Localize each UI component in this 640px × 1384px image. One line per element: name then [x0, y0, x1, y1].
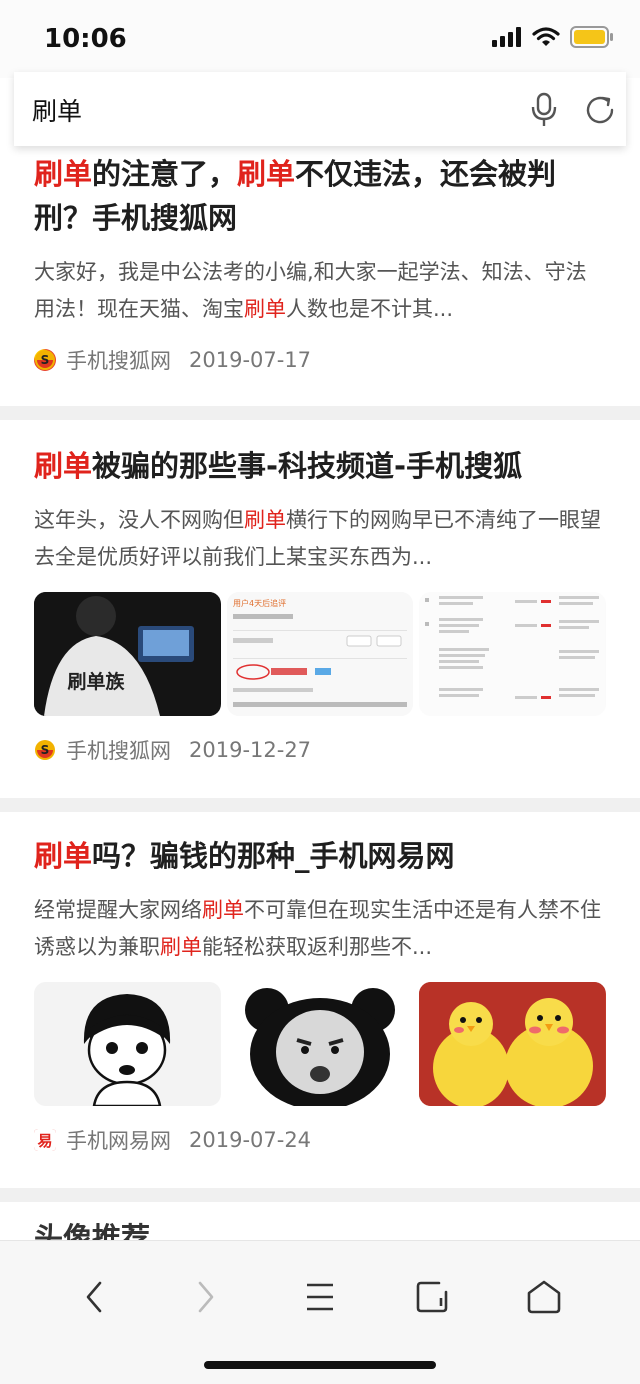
result-source: 手机搜狐网: [66, 739, 171, 763]
netease-logo-icon: 易: [34, 1129, 56, 1151]
result-date: 2019-12-27: [189, 738, 312, 762]
microphone-icon[interactable]: [528, 92, 560, 132]
refresh-icon[interactable]: [582, 92, 618, 132]
snippet-highlight: 刷单: [202, 898, 244, 922]
title-highlight: 刷单: [34, 839, 93, 873]
result-title[interactable]: 刷单被骗的那些事-科技频道-手机搜狐: [34, 444, 606, 488]
status-bar: 10:06: [0, 0, 640, 78]
home-indicator[interactable]: [204, 1361, 436, 1369]
results-feed[interactable]: 刷单的注意了，刷单不仅违法，还会被判刑？手机搜狐网 大家好，我是中公法考的小编,…: [0, 78, 640, 1240]
svg-text:S: S: [41, 353, 50, 367]
status-icons: [492, 26, 614, 52]
snippet-text: 能轻松获取返利那些不...: [202, 935, 433, 959]
snippet-text: 这年头，没人不网购但: [34, 508, 244, 532]
tabs-icon[interactable]: [402, 1267, 462, 1327]
result-meta: S 手机搜狐网 2019-12-27: [34, 732, 606, 768]
back-icon[interactable]: [64, 1267, 124, 1327]
result-title[interactable]: 刷单吗？骗钱的那种_手机网易网: [34, 834, 606, 878]
result-source: 手机搜狐网: [66, 349, 171, 373]
sohu-logo-icon: S: [34, 349, 56, 371]
snippet-text: 人数也是不计其...: [286, 297, 454, 321]
result-snippet: 大家好，我是中公法考的小编,和大家一起学法、知法、守法用法！现在天猫、淘宝刷单人…: [34, 254, 606, 328]
result-card[interactable]: 刷单吗？骗钱的那种_手机网易网 经常提醒大家网络刷单不可靠但在现实生活中还是有人…: [0, 812, 640, 1188]
panda-meme-image[interactable]: [226, 982, 414, 1106]
result-snippet: 这年头，没人不网购但刷单横行下的网购早已不清纯了一眼望去全是优质好评以前我们上某…: [34, 502, 606, 576]
result-date: 2019-07-17: [189, 348, 312, 372]
result-source: 手机网易网: [66, 1129, 171, 1153]
title-highlight: 刷单: [237, 157, 296, 191]
result-card[interactable]: 刷单被骗的那些事-科技频道-手机搜狐 这年头，没人不网购但刷单横行下的网购早已不…: [0, 420, 640, 798]
forward-icon[interactable]: [176, 1267, 236, 1327]
title-highlight: 刷单: [34, 157, 93, 191]
result-images: [34, 982, 607, 1108]
search-query[interactable]: 刷单: [32, 92, 82, 128]
title-text: 的注意了，: [92, 157, 238, 191]
home-icon[interactable]: [514, 1267, 574, 1327]
person-shirt-image[interactable]: 刷单族: [34, 592, 221, 716]
wifi-icon: [532, 26, 560, 52]
title-text: 吗？骗钱的那种_手机网易网: [92, 839, 455, 873]
bottom-nav: [0, 1240, 640, 1384]
search-bar[interactable]: 刷单: [14, 72, 626, 146]
section-card: 头像推荐: [0, 1202, 640, 1240]
status-time: 10:06: [44, 24, 127, 54]
cartoon-girl-meme-image[interactable]: [34, 982, 221, 1106]
title-highlight: 刷单: [34, 449, 93, 483]
result-meta: S 手机搜狐网 2019-07-17: [34, 342, 606, 378]
battery-icon: [570, 26, 614, 52]
section-title: 头像推荐: [34, 1221, 151, 1240]
menu-icon[interactable]: [290, 1267, 350, 1327]
result-date: 2019-07-24: [189, 1128, 312, 1152]
svg-text:S: S: [41, 743, 50, 757]
chat-screenshot-image[interactable]: [419, 592, 607, 716]
sohu-logo-icon: S: [34, 739, 56, 761]
snippet-text: 经常提醒大家网络: [34, 898, 202, 922]
result-snippet: 经常提醒大家网络刷单不可靠但在现实生活中还是有人禁不住诱惑以为兼职刷单能轻松获取…: [34, 892, 606, 966]
review-screenshot-image[interactable]: 用户4天后追评: [226, 592, 414, 716]
shirt-text: 刷单族: [67, 670, 125, 693]
snippet-highlight: 刷单: [160, 935, 202, 959]
review-label: 用户4天后追评: [233, 598, 286, 608]
result-title[interactable]: 刷单的注意了，刷单不仅违法，还会被判刑？手机搜狐网: [34, 152, 606, 240]
title-text: 被骗的那些事-科技频道-手机搜狐: [92, 449, 523, 483]
snippet-highlight: 刷单: [244, 297, 286, 321]
snippet-highlight: 刷单: [244, 508, 286, 532]
svg-text:易: 易: [37, 1132, 52, 1150]
result-meta: 易 手机网易网 2019-07-24: [34, 1122, 606, 1158]
signal-icon: [492, 27, 522, 51]
result-images: 刷单族 用户4天后追评: [34, 592, 607, 718]
yellow-chicks-image[interactable]: [419, 982, 607, 1106]
